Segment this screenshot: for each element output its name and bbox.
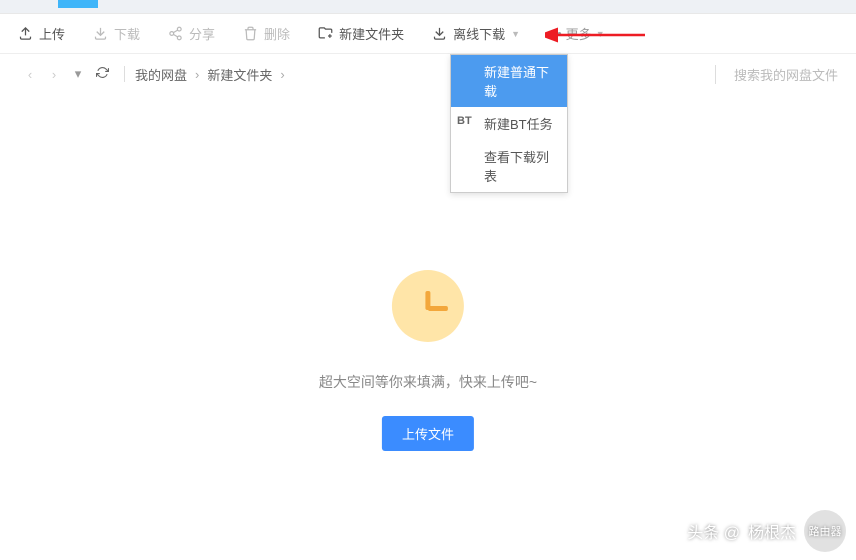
- menu-item-bt-label: 新建BT任务: [484, 117, 553, 132]
- download-icon: [93, 26, 108, 41]
- watermark-logo: 路由器: [804, 510, 846, 552]
- upload-label: 上传: [39, 24, 65, 43]
- new-folder-label: 新建文件夹: [339, 24, 404, 43]
- offline-download-menu: 新建普通下载 BT 新建BT任务 查看下载列表: [450, 54, 568, 193]
- share-label: 分享: [189, 24, 215, 43]
- chevron-down-icon: ▼: [511, 29, 520, 39]
- title-bar: [0, 0, 856, 14]
- empty-message: 超大空间等你来填满，快来上传吧~: [319, 372, 537, 392]
- breadcrumb-folder[interactable]: 新建文件夹: [207, 65, 272, 84]
- download-label: 下载: [114, 24, 140, 43]
- breadcrumb: 我的网盘 › 新建文件夹 ›: [135, 65, 285, 84]
- watermark-prefix: 头条 @: [687, 519, 740, 543]
- trash-icon: [243, 26, 258, 41]
- empty-state: 超大空间等你来填满，快来上传吧~ 上传文件: [319, 270, 537, 451]
- breadcrumb-separator: ›: [195, 67, 199, 82]
- upload-icon: [18, 26, 33, 41]
- download-button: 下载: [93, 24, 140, 43]
- upload-file-button[interactable]: 上传文件: [382, 416, 474, 451]
- delete-label: 删除: [264, 24, 290, 43]
- breadcrumb-separator: ›: [280, 67, 284, 82]
- chevron-down-icon: ▼: [596, 29, 605, 39]
- more-button[interactable]: ••• 更多 ▼: [548, 24, 605, 43]
- offline-download-label: 离线下载: [453, 24, 505, 43]
- nav-row: ‹ › ▾ 我的网盘 › 新建文件夹 › 搜索我的网盘文件: [0, 54, 856, 94]
- delete-button: 删除: [243, 24, 290, 43]
- ellipsis-icon: •••: [548, 26, 562, 41]
- back-button[interactable]: ‹: [18, 67, 42, 82]
- more-label: 更多: [566, 24, 592, 43]
- toolbar: 上传 下载 分享 删除 新建文件夹 离线下载 ▼ ••• 更多 ▼: [0, 14, 856, 54]
- forward-button[interactable]: ›: [42, 67, 66, 82]
- tab-accent: [58, 0, 98, 8]
- offline-download-icon: [432, 26, 447, 41]
- refresh-button[interactable]: [90, 66, 114, 82]
- dropdown-nav-button[interactable]: ▾: [66, 66, 90, 82]
- upload-button[interactable]: 上传: [18, 24, 65, 43]
- menu-item-download-list[interactable]: 查看下载列表: [451, 140, 567, 192]
- bt-badge: BT: [457, 115, 472, 127]
- share-icon: [168, 26, 183, 41]
- search-input[interactable]: 搜索我的网盘文件: [715, 65, 838, 84]
- offline-download-button[interactable]: 离线下载 ▼: [432, 24, 520, 43]
- breadcrumb-root[interactable]: 我的网盘: [135, 65, 187, 84]
- menu-item-normal-download[interactable]: 新建普通下载: [451, 55, 567, 107]
- menu-item-bt-task[interactable]: BT 新建BT任务: [451, 107, 567, 140]
- new-folder-button[interactable]: 新建文件夹: [318, 24, 404, 43]
- clock-icon: [392, 270, 464, 342]
- folder-plus-icon: [318, 26, 333, 41]
- divider: [124, 66, 125, 82]
- share-button: 分享: [168, 24, 215, 43]
- watermark: 头条 @ 杨根杰 路由器: [687, 510, 846, 552]
- watermark-author: 杨根杰: [748, 519, 796, 543]
